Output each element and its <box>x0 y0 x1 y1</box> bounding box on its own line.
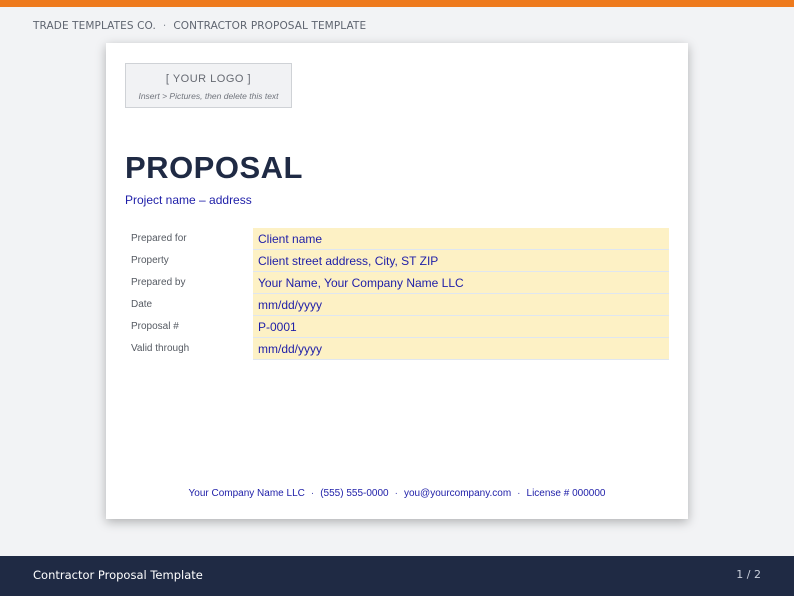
field-row: Prepared by Your Name, Your Company Name… <box>125 271 669 294</box>
field-label: Proposal # <box>125 315 253 338</box>
field-row: Date mm/dd/yyyy <box>125 293 669 316</box>
field-value-prepared-by[interactable]: Your Name, Your Company Name LLC <box>253 271 669 294</box>
bottom-bar-title: Contractor Proposal Template <box>33 568 203 582</box>
field-value-prepared-for[interactable]: Client name <box>253 228 669 250</box>
footer-company[interactable]: Your Company Name LLC <box>189 488 305 499</box>
footer-separator: · <box>394 488 398 499</box>
proposal-fields-table: Prepared for Client name Property Client… <box>125 228 669 360</box>
footer-separator: · <box>517 488 521 499</box>
document-footer: Your Company Name LLC · (555) 555-0000 · you… <box>106 488 688 499</box>
field-label: Prepared by <box>125 271 253 294</box>
breadcrumb-separator: · <box>162 20 167 32</box>
footer-separator: · <box>310 488 315 499</box>
field-row: Prepared for Client name <box>125 228 669 250</box>
document-title[interactable]: PROPOSAL <box>125 150 303 186</box>
logo-placeholder[interactable]: [ YOUR LOGO ] Insert > Pictures, then de… <box>125 63 292 108</box>
footer-phone[interactable]: (555) 555-0000 <box>320 488 388 499</box>
field-value-valid-through[interactable]: mm/dd/yyyy <box>253 337 669 360</box>
field-row: Valid through mm/dd/yyyy <box>125 337 669 360</box>
field-value-property[interactable]: Client street address, City, ST ZIP <box>253 249 669 272</box>
top-accent-bar <box>0 0 794 7</box>
field-label: Date <box>125 293 253 316</box>
breadcrumb-company: TRADE TEMPLATES CO. <box>33 20 156 32</box>
document-page[interactable]: [ YOUR LOGO ] Insert > Pictures, then de… <box>106 43 688 519</box>
field-value-proposal-number[interactable]: P-0001 <box>253 315 669 338</box>
breadcrumb: TRADE TEMPLATES CO. · CONTRACTOR PROPOSAL … <box>33 20 366 32</box>
footer-license[interactable]: License # 000000 <box>527 488 606 499</box>
logo-placeholder-title: [ YOUR LOGO ] <box>165 73 252 85</box>
footer-email[interactable]: you@yourcompany.com <box>404 488 511 499</box>
page-number: 1 / 2 <box>736 568 761 581</box>
field-label: Valid through <box>125 337 253 360</box>
field-value-date[interactable]: mm/dd/yyyy <box>253 293 669 316</box>
breadcrumb-template: CONTRACTOR PROPOSAL TEMPLATE <box>173 20 367 32</box>
bottom-bar: Contractor Proposal Template 1 / 2 <box>0 556 794 596</box>
logo-placeholder-hint: Insert > Pictures, then delete this text <box>138 91 279 101</box>
document-subtitle[interactable]: Project name – address <box>125 193 252 207</box>
field-label: Prepared for <box>125 228 253 250</box>
field-label: Property <box>125 249 253 272</box>
field-row: Property Client street address, City, ST… <box>125 249 669 272</box>
field-row: Proposal # P-0001 <box>125 315 669 338</box>
